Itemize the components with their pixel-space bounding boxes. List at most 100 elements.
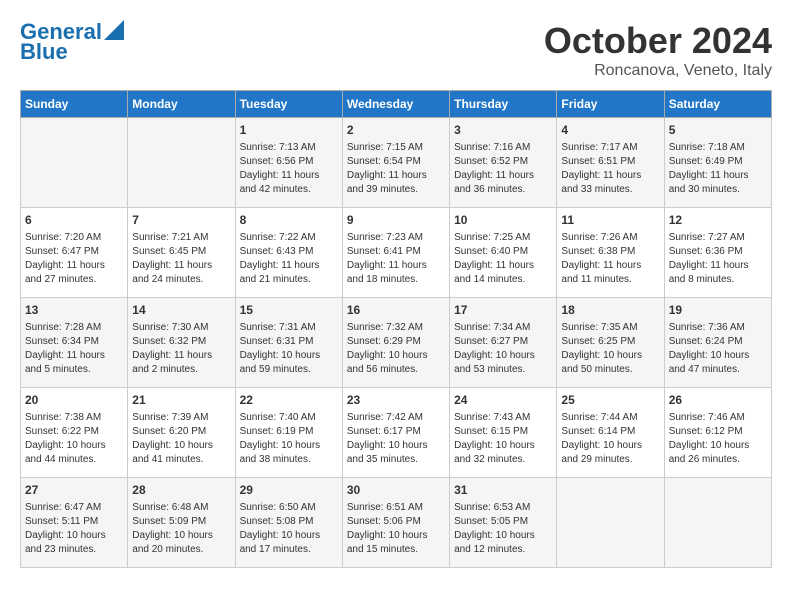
calendar-week-5: 27Sunrise: 6:47 AMSunset: 5:11 PMDayligh… (21, 478, 772, 568)
daylight-text: Daylight: 10 hours and 12 minutes. (454, 529, 552, 557)
sunrise-text: Sunrise: 6:50 AM (240, 501, 338, 515)
sunset-text: Sunset: 5:09 PM (132, 515, 230, 529)
sunset-text: Sunset: 5:11 PM (25, 515, 123, 529)
calendar-cell: 5Sunrise: 7:18 AMSunset: 6:49 PMDaylight… (664, 118, 771, 208)
sunset-text: Sunset: 5:08 PM (240, 515, 338, 529)
daylight-text: Daylight: 10 hours and 32 minutes. (454, 439, 552, 467)
day-number: 28 (132, 482, 230, 499)
calendar-week-3: 13Sunrise: 7:28 AMSunset: 6:34 PMDayligh… (21, 298, 772, 388)
sunset-text: Sunset: 6:29 PM (347, 335, 445, 349)
sunset-text: Sunset: 6:54 PM (347, 155, 445, 169)
sunset-text: Sunset: 6:52 PM (454, 155, 552, 169)
page-header: General Blue October 2024 Roncanova, Ven… (20, 20, 772, 80)
sunset-text: Sunset: 6:19 PM (240, 425, 338, 439)
title-block: October 2024 Roncanova, Veneto, Italy (544, 20, 772, 80)
day-number: 16 (347, 302, 445, 319)
calendar-cell: 31Sunrise: 6:53 AMSunset: 5:05 PMDayligh… (450, 478, 557, 568)
weekday-header-monday: Monday (128, 91, 235, 118)
sunrise-text: Sunrise: 7:39 AM (132, 411, 230, 425)
day-number: 8 (240, 212, 338, 229)
sunset-text: Sunset: 6:49 PM (669, 155, 767, 169)
sunrise-text: Sunrise: 7:16 AM (454, 141, 552, 155)
sunset-text: Sunset: 6:27 PM (454, 335, 552, 349)
sunrise-text: Sunrise: 7:23 AM (347, 231, 445, 245)
calendar-cell: 15Sunrise: 7:31 AMSunset: 6:31 PMDayligh… (235, 298, 342, 388)
calendar-cell: 18Sunrise: 7:35 AMSunset: 6:25 PMDayligh… (557, 298, 664, 388)
day-number: 17 (454, 302, 552, 319)
weekday-header-tuesday: Tuesday (235, 91, 342, 118)
daylight-text: Daylight: 10 hours and 47 minutes. (669, 349, 767, 377)
weekday-header-thursday: Thursday (450, 91, 557, 118)
day-number: 1 (240, 122, 338, 139)
sunrise-text: Sunrise: 7:44 AM (561, 411, 659, 425)
calendar-cell: 23Sunrise: 7:42 AMSunset: 6:17 PMDayligh… (342, 388, 449, 478)
daylight-text: Daylight: 10 hours and 20 minutes. (132, 529, 230, 557)
calendar-week-1: 1Sunrise: 7:13 AMSunset: 6:56 PMDaylight… (21, 118, 772, 208)
calendar-cell (21, 118, 128, 208)
sunset-text: Sunset: 6:25 PM (561, 335, 659, 349)
sunrise-text: Sunrise: 6:47 AM (25, 501, 123, 515)
sunset-text: Sunset: 6:22 PM (25, 425, 123, 439)
weekday-header-saturday: Saturday (664, 91, 771, 118)
sunrise-text: Sunrise: 7:18 AM (669, 141, 767, 155)
sunset-text: Sunset: 6:47 PM (25, 245, 123, 259)
sunset-text: Sunset: 6:51 PM (561, 155, 659, 169)
calendar-cell: 25Sunrise: 7:44 AMSunset: 6:14 PMDayligh… (557, 388, 664, 478)
day-number: 3 (454, 122, 552, 139)
calendar-cell: 7Sunrise: 7:21 AMSunset: 6:45 PMDaylight… (128, 208, 235, 298)
daylight-text: Daylight: 10 hours and 41 minutes. (132, 439, 230, 467)
day-number: 27 (25, 482, 123, 499)
sunset-text: Sunset: 6:43 PM (240, 245, 338, 259)
calendar-cell (664, 478, 771, 568)
day-number: 18 (561, 302, 659, 319)
daylight-text: Daylight: 11 hours and 2 minutes. (132, 349, 230, 377)
calendar-cell: 1Sunrise: 7:13 AMSunset: 6:56 PMDaylight… (235, 118, 342, 208)
day-number: 22 (240, 392, 338, 409)
sunrise-text: Sunrise: 6:51 AM (347, 501, 445, 515)
sunset-text: Sunset: 6:14 PM (561, 425, 659, 439)
sunset-text: Sunset: 6:36 PM (669, 245, 767, 259)
calendar-cell: 20Sunrise: 7:38 AMSunset: 6:22 PMDayligh… (21, 388, 128, 478)
sunrise-text: Sunrise: 7:42 AM (347, 411, 445, 425)
daylight-text: Daylight: 11 hours and 42 minutes. (240, 169, 338, 197)
day-number: 24 (454, 392, 552, 409)
daylight-text: Daylight: 10 hours and 26 minutes. (669, 439, 767, 467)
logo-arrow-icon (104, 20, 124, 40)
weekday-header-sunday: Sunday (21, 91, 128, 118)
calendar-cell: 14Sunrise: 7:30 AMSunset: 6:32 PMDayligh… (128, 298, 235, 388)
calendar-cell: 12Sunrise: 7:27 AMSunset: 6:36 PMDayligh… (664, 208, 771, 298)
sunset-text: Sunset: 6:38 PM (561, 245, 659, 259)
day-number: 14 (132, 302, 230, 319)
sunrise-text: Sunrise: 7:46 AM (669, 411, 767, 425)
calendar-cell: 6Sunrise: 7:20 AMSunset: 6:47 PMDaylight… (21, 208, 128, 298)
daylight-text: Daylight: 10 hours and 44 minutes. (25, 439, 123, 467)
day-number: 4 (561, 122, 659, 139)
calendar-week-2: 6Sunrise: 7:20 AMSunset: 6:47 PMDaylight… (21, 208, 772, 298)
daylight-text: Daylight: 10 hours and 50 minutes. (561, 349, 659, 377)
calendar-cell: 9Sunrise: 7:23 AMSunset: 6:41 PMDaylight… (342, 208, 449, 298)
logo-blue-text: Blue (20, 40, 68, 64)
calendar-cell: 22Sunrise: 7:40 AMSunset: 6:19 PMDayligh… (235, 388, 342, 478)
daylight-text: Daylight: 10 hours and 29 minutes. (561, 439, 659, 467)
sunrise-text: Sunrise: 7:43 AM (454, 411, 552, 425)
calendar-cell: 26Sunrise: 7:46 AMSunset: 6:12 PMDayligh… (664, 388, 771, 478)
sunrise-text: Sunrise: 7:27 AM (669, 231, 767, 245)
daylight-text: Daylight: 10 hours and 53 minutes. (454, 349, 552, 377)
daylight-text: Daylight: 11 hours and 27 minutes. (25, 259, 123, 287)
day-number: 29 (240, 482, 338, 499)
daylight-text: Daylight: 10 hours and 23 minutes. (25, 529, 123, 557)
sunrise-text: Sunrise: 7:32 AM (347, 321, 445, 335)
calendar-cell: 29Sunrise: 6:50 AMSunset: 5:08 PMDayligh… (235, 478, 342, 568)
day-number: 12 (669, 212, 767, 229)
sunrise-text: Sunrise: 7:38 AM (25, 411, 123, 425)
daylight-text: Daylight: 11 hours and 5 minutes. (25, 349, 123, 377)
sunset-text: Sunset: 6:41 PM (347, 245, 445, 259)
daylight-text: Daylight: 10 hours and 15 minutes. (347, 529, 445, 557)
weekday-header-friday: Friday (557, 91, 664, 118)
day-number: 6 (25, 212, 123, 229)
logo: General Blue (20, 20, 124, 64)
day-number: 2 (347, 122, 445, 139)
sunset-text: Sunset: 6:17 PM (347, 425, 445, 439)
sunset-text: Sunset: 5:06 PM (347, 515, 445, 529)
sunrise-text: Sunrise: 6:53 AM (454, 501, 552, 515)
